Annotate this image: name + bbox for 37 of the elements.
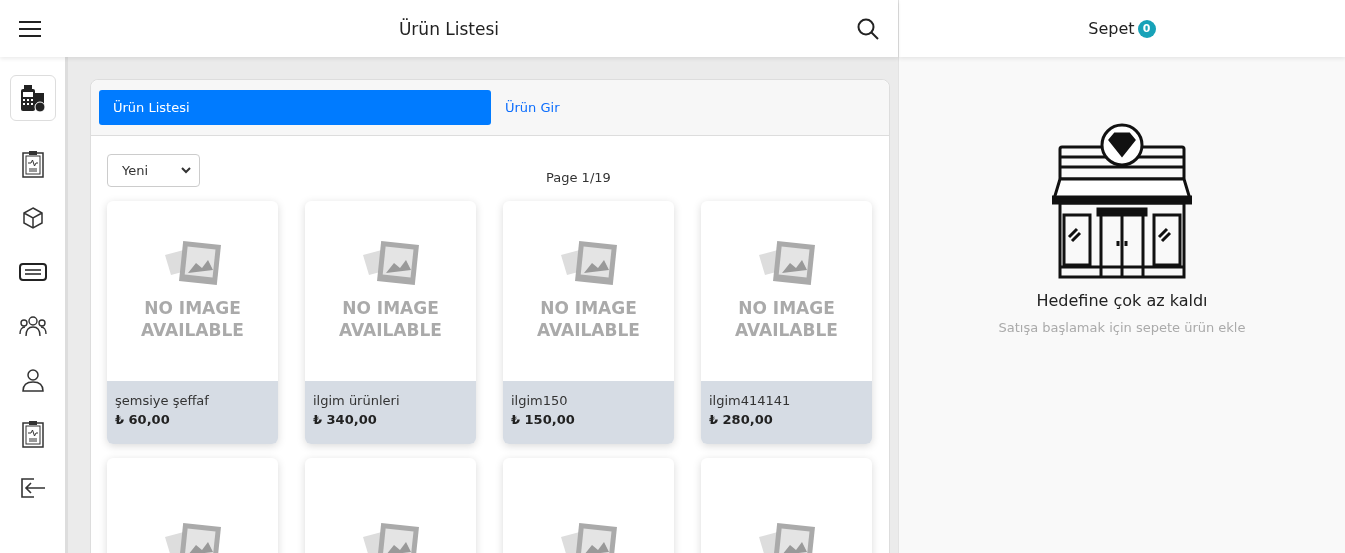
user-icon [20, 368, 45, 392]
sort-dropdown[interactable]: Yeni [107, 154, 200, 187]
tab[interactable]: Ürün Gir [505, 90, 560, 125]
tab[interactable]: Ürün Listesi [99, 90, 491, 125]
product-price: ₺ 60,00 [115, 412, 171, 427]
empty-cart-title: Hedefine çok az kaldı [1036, 291, 1208, 310]
no-image-label: NO IMAGE AVAILABLE [536, 297, 641, 341]
clipboard-icon [21, 150, 44, 178]
page-title: Ürün Listesi [398, 18, 500, 39]
no-image-label: NO IMAGE AVAILABLE [338, 297, 443, 341]
product-card[interactable]: NO IMAGE AVAILABLE ilgim414141 ₺ 280,00 [701, 201, 872, 444]
chevron-down-icon [181, 167, 191, 174]
page-indicator: Page 1/19 [546, 170, 611, 185]
card-icon [18, 263, 47, 281]
product-price: ₺ 150,00 [511, 412, 576, 427]
group-icon [18, 315, 47, 337]
product-name: ilgim150 [511, 393, 569, 408]
product-price: ₺ 340,00 [313, 412, 378, 427]
cart-count-badge: 0 [1137, 19, 1156, 38]
pos-terminal-icon [18, 83, 47, 113]
clipboard-icon [21, 420, 44, 448]
cube-icon [20, 206, 45, 230]
product-name: ilgim414141 [709, 393, 792, 408]
product-card[interactable]: NO IMAGE AVAILABLE ilgim150 ₺ 150,00 [503, 201, 674, 444]
product-name: şemsiye şeffaf [115, 393, 210, 408]
no-image-label: NO IMAGE AVAILABLE [140, 297, 245, 341]
menu-icon[interactable] [18, 19, 42, 38]
product-card[interactable]: NO IMAGE AVAILABLE ilgim ürünleri ₺ 340,00 [305, 201, 476, 444]
search-icon[interactable] [856, 16, 880, 41]
product-name: ilgim ürünleri [313, 393, 401, 408]
cart-title: Sepet [1088, 19, 1135, 38]
product-card[interactable]: NO IMAGE AVAILABLE şemsiye şeffaf ₺ 60,00 [107, 201, 278, 444]
exit-icon [19, 476, 46, 500]
no-image-label: NO IMAGE AVAILABLE [734, 297, 839, 341]
empty-cart-text: Satışa başlamak için sepete ürün ekle [998, 320, 1246, 335]
sidebar-item[interactable] [9, 75, 56, 121]
product-price: ₺ 280,00 [709, 412, 774, 427]
